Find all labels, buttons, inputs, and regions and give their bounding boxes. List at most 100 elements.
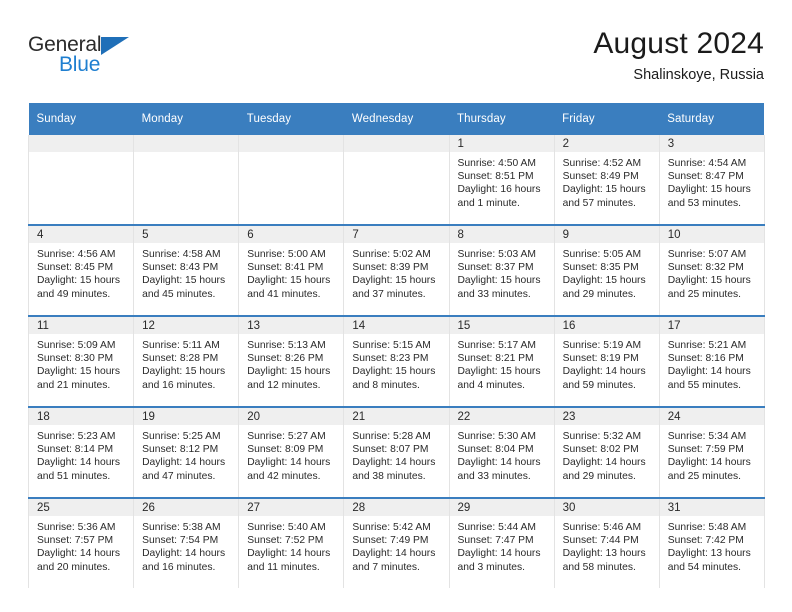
calendar-day-cell[interactable]: 27 Sunrise: 5:40 AM Sunset: 7:52 PM Dayligh… xyxy=(238,497,345,588)
calendar-day-cell[interactable]: 19 Sunrise: 5:25 AM Sunset: 8:12 PM Dayligh… xyxy=(133,406,240,498)
daylight-duration-line1: Daylight: 14 hours xyxy=(562,366,646,378)
daylight-duration-line1: Daylight: 15 hours xyxy=(667,184,751,196)
daylight-duration-line1: Daylight: 14 hours xyxy=(457,548,541,560)
calendar-day-cell[interactable]: 21 Sunrise: 5:28 AM Sunset: 8:07 PM Dayligh… xyxy=(343,406,450,498)
weekday-header-saturday: Saturday xyxy=(659,103,765,135)
daylight-duration-line1: Daylight: 14 hours xyxy=(352,548,436,560)
daylight-duration-line2: and 58 minutes. xyxy=(562,561,636,573)
daylight-duration-line1: Daylight: 13 hours xyxy=(667,548,751,560)
sunrise-time: Sunrise: 5:25 AM xyxy=(142,431,221,442)
calendar-day-cell[interactable]: 31 Sunrise: 5:48 AM Sunset: 7:42 PM Dayligh… xyxy=(658,497,765,588)
sunrise-time: Sunrise: 5:27 AM xyxy=(247,431,326,442)
day-number xyxy=(344,135,449,152)
day-number: 6 xyxy=(239,226,344,243)
calendar-day-cell[interactable]: 4 Sunrise: 4:56 AM Sunset: 8:45 PM Daylight… xyxy=(27,224,135,316)
calendar-day-cell[interactable]: 8 Sunrise: 5:03 AM Sunset: 8:37 PM Daylight… xyxy=(448,224,555,316)
sunset-time: Sunset: 8:43 PM xyxy=(142,262,219,274)
day-sun-info: Sunrise: 4:50 AM Sunset: 8:51 PM Daylight:… xyxy=(450,152,554,210)
day-number: 31 xyxy=(659,499,764,516)
daylight-duration-line2: and 54 minutes. xyxy=(667,561,742,573)
sunset-time: Sunset: 7:52 PM xyxy=(247,535,324,547)
day-number: 8 xyxy=(449,226,554,243)
calendar-day-cell[interactable]: 17 Sunrise: 5:21 AM Sunset: 8:16 PM Dayligh… xyxy=(658,315,765,407)
sunrise-time: Sunrise: 5:48 AM xyxy=(667,522,747,533)
calendar-day-cell[interactable]: 29 Sunrise: 5:44 AM Sunset: 7:47 PM Dayligh… xyxy=(448,497,555,588)
calendar-day-cell[interactable]: 5 Sunrise: 4:58 AM Sunset: 8:43 PM Daylight… xyxy=(133,224,240,316)
sunset-time: Sunset: 8:32 PM xyxy=(667,262,744,274)
calendar-day-cell[interactable]: 23 Sunrise: 5:32 AM Sunset: 8:02 PM Dayligh… xyxy=(553,406,660,498)
sunrise-time: Sunrise: 5:07 AM xyxy=(667,249,747,260)
sunset-time: Sunset: 8:07 PM xyxy=(352,444,429,456)
daylight-duration-line1: Daylight: 15 hours xyxy=(562,184,646,196)
day-number: 21 xyxy=(344,408,449,425)
sunrise-time: Sunrise: 5:44 AM xyxy=(457,522,536,533)
calendar-day-cell[interactable]: 6 Sunrise: 5:00 AM Sunset: 8:41 PM Daylight… xyxy=(238,224,345,316)
daylight-duration-line1: Daylight: 14 hours xyxy=(247,457,331,469)
day-cell-inner: 7 Sunrise: 5:02 AM Sunset: 8:39 PM Daylight… xyxy=(344,226,449,315)
calendar-day-cell[interactable]: 1 Sunrise: 4:50 AM Sunset: 8:51 PM Daylight… xyxy=(448,135,555,225)
daylight-duration-line2: and 38 minutes. xyxy=(352,470,426,482)
calendar-day-cell[interactable]: 3 Sunrise: 4:54 AM Sunset: 8:47 PM Daylight… xyxy=(658,135,765,225)
daylight-duration-line1: Daylight: 15 hours xyxy=(142,366,226,378)
sunset-time: Sunset: 8:35 PM xyxy=(562,262,639,274)
day-sun-info: Sunrise: 5:19 AM Sunset: 8:19 PM Daylight:… xyxy=(555,334,659,392)
calendar-day-cell[interactable]: 30 Sunrise: 5:46 AM Sunset: 7:44 PM Dayligh… xyxy=(553,497,660,588)
daylight-duration-line1: Daylight: 14 hours xyxy=(457,457,541,469)
day-number: 29 xyxy=(449,499,554,516)
calendar-day-cell[interactable]: 18 Sunrise: 5:23 AM Sunset: 8:14 PM Dayligh… xyxy=(27,406,135,498)
day-cell-inner: 21 Sunrise: 5:28 AM Sunset: 8:07 PM Dayligh… xyxy=(344,408,449,497)
calendar-day-cell[interactable]: 20 Sunrise: 5:27 AM Sunset: 8:09 PM Dayligh… xyxy=(238,406,345,498)
day-sun-info: Sunrise: 4:56 AM Sunset: 8:45 PM Daylight:… xyxy=(29,243,133,301)
day-number: 14 xyxy=(344,317,449,334)
calendar-day-cell[interactable]: 2 Sunrise: 4:52 AM Sunset: 8:49 PM Daylight… xyxy=(553,135,660,225)
calendar-day-cell[interactable]: 24 Sunrise: 5:34 AM Sunset: 7:59 PM Dayligh… xyxy=(658,406,765,498)
calendar-day-cell[interactable]: 14 Sunrise: 5:15 AM Sunset: 8:23 PM Dayligh… xyxy=(343,315,450,407)
daylight-duration-line1: Daylight: 14 hours xyxy=(142,457,226,469)
sunrise-time: Sunrise: 5:42 AM xyxy=(352,522,431,533)
sunset-time: Sunset: 8:37 PM xyxy=(457,262,534,274)
daylight-duration-line1: Daylight: 15 hours xyxy=(247,275,331,287)
day-sun-info: Sunrise: 5:48 AM Sunset: 7:42 PM Daylight:… xyxy=(660,516,764,574)
day-number: 3 xyxy=(659,135,764,152)
daylight-duration-line2: and 53 minutes. xyxy=(667,197,742,209)
daylight-duration-line2: and 11 minutes. xyxy=(247,561,320,573)
day-cell-inner: 1 Sunrise: 4:50 AM Sunset: 8:51 PM Daylight… xyxy=(449,135,554,224)
day-cell-inner: 27 Sunrise: 5:40 AM Sunset: 7:52 PM Dayligh… xyxy=(239,499,344,588)
sunset-time: Sunset: 7:44 PM xyxy=(562,535,639,547)
daylight-duration-line2: and 37 minutes. xyxy=(352,288,426,300)
day-number: 28 xyxy=(344,499,449,516)
sunrise-time: Sunrise: 4:56 AM xyxy=(37,249,116,260)
weekday-header-friday: Friday xyxy=(554,103,660,135)
calendar-day-cell[interactable]: 16 Sunrise: 5:19 AM Sunset: 8:19 PM Dayligh… xyxy=(553,315,660,407)
calendar-day-cell[interactable]: 13 Sunrise: 5:13 AM Sunset: 8:26 PM Dayligh… xyxy=(238,315,345,407)
calendar-day-cell[interactable]: 11 Sunrise: 5:09 AM Sunset: 8:30 PM Dayligh… xyxy=(27,315,135,407)
day-cell-inner xyxy=(134,135,239,224)
sunset-time: Sunset: 8:47 PM xyxy=(667,171,744,183)
daylight-duration-line1: Daylight: 15 hours xyxy=(142,275,226,287)
daylight-duration-line2: and 47 minutes. xyxy=(142,470,216,482)
calendar-day-cell[interactable]: 9 Sunrise: 5:05 AM Sunset: 8:35 PM Daylight… xyxy=(553,224,660,316)
day-cell-inner: 28 Sunrise: 5:42 AM Sunset: 7:49 PM Dayligh… xyxy=(344,499,449,588)
calendar-day-cell[interactable]: 12 Sunrise: 5:11 AM Sunset: 8:28 PM Dayligh… xyxy=(133,315,240,407)
daylight-duration-line1: Daylight: 13 hours xyxy=(562,548,646,560)
calendar-day-cell-empty xyxy=(27,135,135,225)
day-cell-inner: 23 Sunrise: 5:32 AM Sunset: 8:02 PM Dayligh… xyxy=(554,408,659,497)
day-number: 2 xyxy=(554,135,659,152)
daylight-duration-line1: Daylight: 15 hours xyxy=(457,366,541,378)
calendar-day-cell[interactable]: 15 Sunrise: 5:17 AM Sunset: 8:21 PM Dayligh… xyxy=(448,315,555,407)
calendar-day-cell[interactable]: 22 Sunrise: 5:30 AM Sunset: 8:04 PM Dayligh… xyxy=(448,406,555,498)
general-blue-logo[interactable]: General Blue xyxy=(28,34,158,80)
sunrise-time: Sunrise: 4:50 AM xyxy=(457,158,536,169)
sunset-time: Sunset: 8:45 PM xyxy=(37,262,114,274)
calendar-day-cell[interactable]: 25 Sunrise: 5:36 AM Sunset: 7:57 PM Dayligh… xyxy=(27,497,135,588)
calendar-day-cell[interactable]: 10 Sunrise: 5:07 AM Sunset: 8:32 PM Dayligh… xyxy=(658,224,765,316)
day-cell-inner: 8 Sunrise: 5:03 AM Sunset: 8:37 PM Daylight… xyxy=(449,226,554,315)
calendar-day-cell[interactable]: 26 Sunrise: 5:38 AM Sunset: 7:54 PM Dayligh… xyxy=(133,497,240,588)
sunset-time: Sunset: 8:02 PM xyxy=(562,444,639,456)
weekday-header-sunday: Sunday xyxy=(28,103,134,135)
day-cell-inner: 14 Sunrise: 5:15 AM Sunset: 8:23 PM Dayligh… xyxy=(344,317,449,406)
day-cell-inner: 26 Sunrise: 5:38 AM Sunset: 7:54 PM Dayligh… xyxy=(134,499,239,588)
daylight-duration-line1: Daylight: 14 hours xyxy=(352,457,436,469)
calendar-day-cell[interactable]: 28 Sunrise: 5:42 AM Sunset: 7:49 PM Dayligh… xyxy=(343,497,450,588)
calendar-day-cell[interactable]: 7 Sunrise: 5:02 AM Sunset: 8:39 PM Daylight… xyxy=(343,224,450,316)
